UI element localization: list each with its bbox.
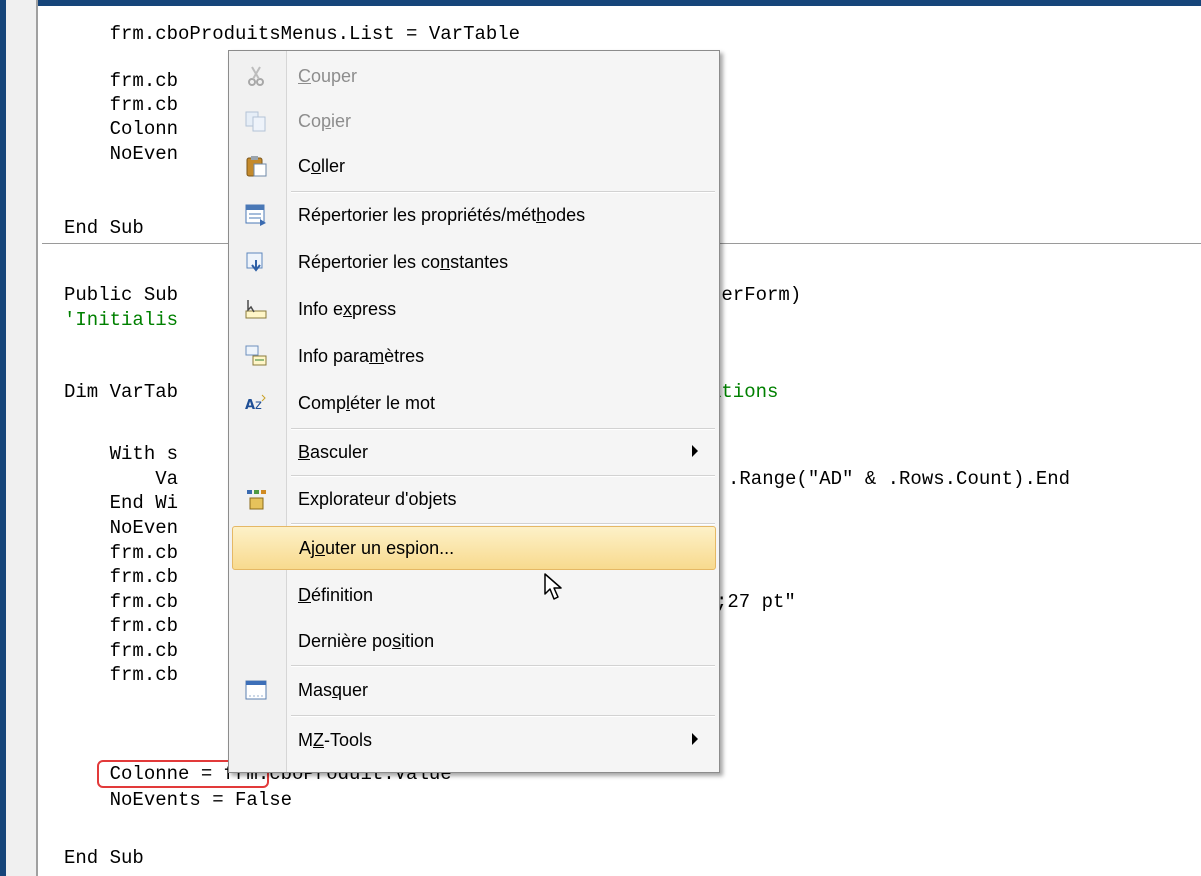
menu-item-basculer[interactable]: Basculer (232, 430, 716, 474)
code-line[interactable]: frm.cb (64, 69, 178, 93)
cut-icon (244, 64, 268, 88)
code-line[interactable]: NoEven (64, 142, 178, 166)
menu-item-couper[interactable]: Couper (232, 54, 716, 98)
paste-icon (244, 154, 268, 178)
code-line[interactable]: End Sub (64, 216, 144, 240)
code-line[interactable]: End Sub (64, 846, 144, 870)
code-line[interactable]: Public Sub (64, 283, 178, 307)
code-line[interactable]: NoEven (64, 516, 178, 540)
menu-item-derniere-position[interactable]: Dernière position (232, 619, 716, 663)
menu-item-coller[interactable]: Coller (232, 144, 716, 188)
menu-item-repertorier-constantes[interactable]: Répertorier les constantes (232, 240, 716, 284)
menu-separator (291, 665, 715, 667)
code-fragment[interactable]: ations (710, 380, 778, 404)
code-line[interactable]: frm.cb (64, 590, 178, 614)
menu-item-definition[interactable]: Définition (232, 573, 716, 617)
code-line[interactable]: Colonn (64, 117, 178, 141)
code-margin-gutter (6, 0, 38, 876)
menu-item-masquer[interactable]: Masquer (232, 668, 716, 712)
list-constants-icon (244, 250, 268, 274)
code-line[interactable]: frm.cb (64, 565, 178, 589)
code-line[interactable]: NoEvents = False (64, 788, 292, 812)
object-browser-icon (244, 487, 268, 511)
code-comment-line[interactable]: 'Initialis (64, 308, 178, 332)
code-line[interactable]: frm.cboProduitsMenus.List = VarTable (64, 22, 520, 46)
code-fragment[interactable]: .Range("AD" & .Rows.Count).End (728, 467, 1070, 491)
hide-window-icon (244, 678, 268, 702)
mouse-pointer-icon (543, 572, 569, 607)
complete-word-icon: Az (244, 391, 268, 415)
menu-item-info-express[interactable]: Info express (232, 287, 716, 331)
menu-item-info-parametres[interactable]: Info paramètres (232, 334, 716, 378)
code-line[interactable]: Va (64, 467, 178, 491)
menu-item-repertorier-proprietes[interactable]: Répertorier les propriétés/méthodes (232, 193, 716, 237)
context-menu: Couper Copier Coller Répertorier les pro… (228, 50, 720, 773)
svg-text:A: A (245, 398, 255, 413)
code-line[interactable]: frm.cb (64, 639, 178, 663)
menu-item-mz-tools[interactable]: MZ-Tools (232, 718, 716, 762)
code-fragment[interactable]: ;27 pt" (716, 590, 796, 614)
menu-item-completer-mot[interactable]: Az Compléter le mot (232, 381, 716, 425)
code-line[interactable]: frm.cb (64, 541, 178, 565)
menu-item-explorateur-objets[interactable]: Explorateur d'objets (232, 477, 716, 521)
menu-separator (291, 523, 715, 525)
svg-text:z: z (255, 398, 262, 413)
quick-info-icon (244, 297, 268, 321)
parameter-info-icon (244, 344, 268, 368)
submenu-arrow-icon (692, 733, 698, 745)
copy-icon (244, 109, 268, 133)
menu-separator (291, 715, 715, 717)
menu-item-copier[interactable]: Copier (232, 99, 716, 143)
menu-item-ajouter-espion[interactable]: Ajouter un espion... (232, 526, 716, 570)
code-line[interactable]: frm.cb (64, 614, 178, 638)
code-line[interactable]: frm.cb (64, 93, 178, 117)
code-line[interactable]: With s (64, 442, 178, 466)
code-fragment[interactable]: serForm) (710, 283, 801, 307)
list-properties-icon (244, 203, 268, 227)
submenu-arrow-icon (692, 445, 698, 457)
code-line[interactable]: End Wi (64, 491, 178, 515)
code-line[interactable]: Dim VarTab (64, 380, 178, 404)
code-line[interactable]: frm.cb (64, 663, 178, 687)
